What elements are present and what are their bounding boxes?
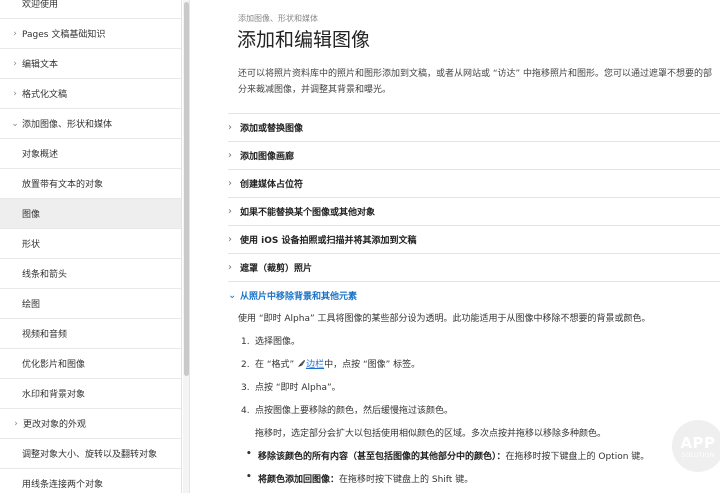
step-4: 4. 点按图像上要移除的颜色，然后缓慢拖过该颜色。 — [241, 403, 453, 416]
chevron-right-icon: › — [228, 234, 232, 245]
sidebar-item-label: 视频和音频 — [22, 330, 68, 340]
chevron-right-icon: › — [14, 418, 18, 429]
sidebar-scrollbar[interactable] — [183, 0, 190, 493]
sidebar-item-label: 格式化文稿 — [22, 90, 68, 100]
sidebar-item-label: 添加图像、形状和媒体 — [22, 120, 113, 130]
sidebar-item-label: 更改对象的外观 — [23, 420, 87, 430]
step-1: 1. 选择图像。 — [241, 334, 300, 347]
step-number: 2. — [241, 360, 250, 370]
step-text: 在 “格式” — [255, 360, 295, 370]
section-cannot-replace[interactable]: › 如果不能替换某个图像或其他对象 — [228, 197, 720, 225]
step-text: 点按 “即时 Alpha”。 — [255, 383, 341, 393]
scrollbar-thumb[interactable] — [184, 2, 189, 376]
step-text: 中，点按 “图像” 标签。 — [324, 360, 421, 370]
section-label: 使用 iOS 设备拍照或扫描并将其添加到文稿 — [240, 236, 417, 246]
section-label: 如果不能替换某个图像或其他对象 — [240, 208, 376, 218]
sidebar-item-objects-overview[interactable]: 对象概述 — [0, 139, 181, 169]
sidebar-item-edit-text[interactable]: › 编辑文本 — [0, 49, 181, 79]
chevron-right-icon: › — [228, 262, 232, 273]
sidebar-item-label: 对象概述 — [22, 150, 59, 160]
bullet-dot: • — [246, 472, 252, 482]
chevron-right-icon: › — [13, 88, 17, 99]
sidebar-item-pages-basics[interactable]: › Pages 文稿基础知识 — [0, 19, 181, 49]
sidebar-item-label: 优化影片和图像 — [22, 360, 86, 370]
step-note: 拖移时，选定部分会扩大以包括使用相似颜色的区域。多次点按并拖移以移除多种颜色。 — [255, 429, 607, 439]
sidebar-link[interactable]: 边栏 — [306, 360, 324, 370]
sidebar-item-lines-arrows[interactable]: 线条和箭头 — [0, 259, 181, 289]
sidebar-item-resize-rotate[interactable]: 调整对象大小、旋转以及翻转对象 — [0, 439, 181, 469]
section-add-replace-image[interactable]: › 添加或替换图像 — [228, 113, 720, 141]
section-description: 使用 “即时 Alpha” 工具将图像的某些部分设为透明。此功能适用于从图像中移… — [238, 314, 651, 324]
chevron-right-icon: › — [13, 58, 17, 69]
section-label: 添加或替换图像 — [240, 124, 304, 134]
main-content: 添加图像、形状和媒体 添加和编辑图像 还可以将照片资料库中的照片和图形添加到文稿… — [191, 0, 720, 493]
section-label: 添加图像画廊 — [240, 152, 295, 162]
bullet-shift-key: • 将颜色添加回图像：在拖移时按下键盘上的 Shift 键。 — [246, 472, 474, 485]
bullet-text: 在拖移时按下键盘上的 Shift 键。 — [339, 475, 474, 485]
step-2: 2. 在 “格式” 边栏中，点按 “图像” 标签。 — [241, 357, 420, 370]
chevron-right-icon: › — [228, 178, 232, 189]
page-title: 添加和编辑图像 — [237, 29, 371, 51]
section-label: 遮罩（裁剪）照片 — [240, 264, 313, 274]
chevron-down-icon: ⌄ — [11, 118, 19, 129]
bullet-option-key: • 移除该颜色的所有内容（甚至包括图像的其他部分中的颜色）：在拖移时按下键盘上的 … — [246, 449, 650, 462]
sidebar-item-label: 线条和箭头 — [22, 270, 68, 280]
sidebar-item-change-appearance[interactable]: › 更改对象的外观 — [0, 409, 181, 439]
watermark-text: APP — [680, 433, 716, 452]
section-label: 从照片中移除背景和其他元素 — [240, 292, 358, 302]
step-number: 1. — [241, 337, 250, 347]
sidebar-item-label: 用线条连接两个对象 — [22, 480, 104, 490]
watermark-subtext: SOLUTION — [681, 451, 715, 459]
sidebar-item-label: 欢迎使用 — [22, 0, 59, 10]
section-mask-photo[interactable]: › 遮罩（裁剪）照片 — [228, 253, 720, 281]
sidebar-item-label: 放置带有文本的对象 — [22, 180, 104, 190]
sidebar-item-drawings[interactable]: 绘图 — [0, 289, 181, 319]
sidebar-item-label: 绘图 — [22, 300, 41, 310]
sidebar-item-format-document[interactable]: › 格式化文稿 — [0, 79, 181, 109]
bullet-text: 在拖移时按下键盘上的 Option 键。 — [505, 452, 650, 462]
chevron-right-icon: › — [228, 150, 232, 161]
sidebar-item-optimize-media[interactable]: 优化影片和图像 — [0, 349, 181, 379]
sidebar-item-label: 图像 — [22, 210, 41, 220]
sidebar-item-connect-objects[interactable]: 用线条连接两个对象 — [0, 469, 181, 493]
section-add-gallery[interactable]: › 添加图像画廊 — [228, 141, 720, 169]
sidebar-item-label: Pages 文稿基础知识 — [22, 30, 106, 40]
sidebar-item-shapes[interactable]: 形状 — [0, 229, 181, 259]
section-label: 创建媒体占位符 — [240, 180, 304, 190]
bullet-bold: 移除该颜色的所有内容（甚至包括图像的其他部分中的颜色）： — [258, 452, 506, 462]
section-media-placeholder[interactable]: › 创建媒体占位符 — [228, 169, 720, 197]
chevron-down-icon: ⌄ — [228, 290, 237, 301]
sidebar-item-objects-with-text[interactable]: 放置带有文本的对象 — [0, 169, 181, 199]
breadcrumb[interactable]: 添加图像、形状和媒体 — [238, 13, 318, 24]
sidebar-item-watermarks[interactable]: 水印和背景对象 — [0, 379, 181, 409]
step-text: 选择图像。 — [255, 337, 301, 347]
step-3: 3. 点按 “即时 Alpha”。 — [241, 380, 341, 393]
step-text: 点按图像上要移除的颜色，然后缓慢拖过该颜色。 — [255, 406, 454, 416]
step-number: 4. — [241, 406, 250, 416]
app-solution-watermark: APP SOLUTION — [672, 420, 720, 472]
sidebar-item-label: 编辑文本 — [22, 60, 59, 70]
step-number: 3. — [241, 383, 250, 393]
bullet-dot: • — [246, 449, 252, 459]
sidebar-item-label: 水印和背景对象 — [22, 390, 86, 400]
paintbrush-icon — [297, 359, 306, 368]
sidebar-item-welcome[interactable]: 欢迎使用 — [0, 0, 181, 19]
chevron-right-icon: › — [13, 28, 17, 39]
sidebar-item-label: 形状 — [22, 240, 41, 250]
bullet-bold: 将颜色添加回图像： — [258, 475, 340, 485]
section-ios-scan[interactable]: › 使用 iOS 设备拍照或扫描并将其添加到文稿 — [228, 225, 720, 253]
sidebar-item-label: 调整对象大小、旋转以及翻转对象 — [22, 450, 158, 460]
chevron-right-icon: › — [228, 206, 232, 217]
sidebar-item-images[interactable]: 图像 — [0, 199, 181, 229]
sidebar: 欢迎使用 › Pages 文稿基础知识 › 编辑文本 › 格式化文稿 ⌄ 添加图像、形状… — [0, 0, 182, 493]
sidebar-item-video-audio[interactable]: 视频和音频 — [0, 319, 181, 349]
sidebar-item-add-media[interactable]: ⌄ 添加图像、形状和媒体 — [0, 109, 181, 139]
chevron-right-icon: › — [228, 122, 232, 133]
section-remove-background[interactable]: ⌄ 从照片中移除背景和其他元素 — [228, 281, 720, 309]
intro-paragraph: 还可以将照片资料库中的照片和图形添加到文稿，或者从网站或 “访达” 中拖移照片和… — [238, 69, 713, 95]
